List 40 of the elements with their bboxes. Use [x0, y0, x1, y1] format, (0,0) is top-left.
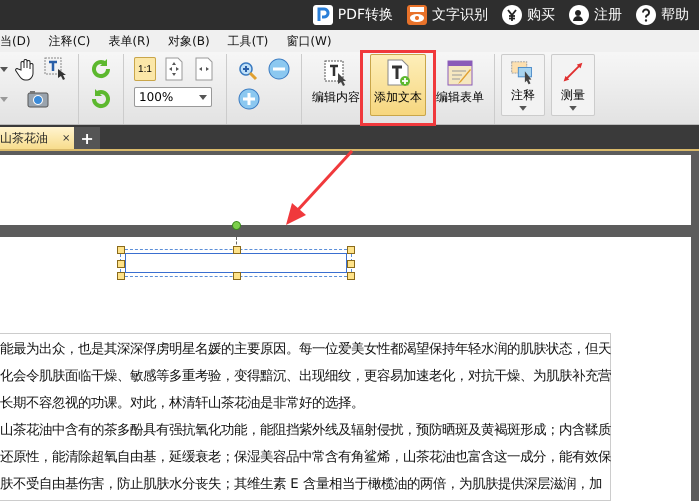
document-tab[interactable]: 山茶花油 ×: [0, 127, 74, 149]
new-tab-button[interactable]: +: [74, 127, 100, 149]
title-bar-button[interactable]: 帮助: [636, 5, 689, 25]
menu-item[interactable]: 表单(R): [108, 32, 150, 50]
paragraph-line: 化会令肌肤面临干燥、敏感等多重考验，变得黯沉、出现细纹，更容易加速老化，对抗干燥、为肌肤补充营: [0, 368, 610, 386]
title-bar-button[interactable]: 注册: [569, 5, 622, 25]
menu-item[interactable]: 注释(C): [48, 32, 90, 50]
paragraph-line: 能最为出众，也是其深深俘虏明星名媛的主要原因。每一位爱美女性都渴望保持年轻水润的肌肤状态，但天: [0, 340, 610, 359]
title-bar-button[interactable]: 文字识别: [407, 5, 488, 25]
menu-item[interactable]: 对象(B): [168, 32, 210, 50]
pdf-logo-icon: [312, 5, 333, 25]
menu-item[interactable]: 工具(T): [228, 32, 268, 50]
text-select-icon[interactable]: [44, 57, 68, 81]
zoom-field[interactable]: 100%: [134, 87, 212, 107]
actual-size-button[interactable]: 1:1: [134, 57, 156, 81]
toolbar-button[interactable]: 编辑表单: [432, 54, 488, 116]
caret-icon[interactable]: [0, 66, 8, 72]
zoom-out-icon[interactable]: [267, 57, 291, 81]
caret-icon: [199, 94, 207, 100]
paragraph-line: 长期不容忽视的功课。对此，林清轩山茶花油是非常好的选择。: [0, 394, 365, 413]
menu-item[interactable]: 当(D): [0, 32, 31, 50]
toolbar-button[interactable]: 测量: [551, 54, 595, 116]
toolbar-button[interactable]: 编辑内容: [308, 54, 364, 116]
help-icon: [636, 5, 656, 25]
form-edit-icon: [446, 59, 474, 87]
yen-icon: [502, 5, 522, 25]
paragraph-line: 肤不受自由基伤害，防止肌肤水分丧失；其维生素 E 含量相当于橄榄油的两倍，为肌肤提供深层滋润，加: [0, 476, 603, 494]
title-bar-button[interactable]: 购买: [502, 5, 555, 25]
rotate-handle[interactable]: [232, 221, 241, 230]
paragraph-line: 还原性，能清除超氧自由基，延缓衰老；保湿美容品中常含有角鲨烯，山茶花油也富含这一成分，能有效保: [0, 448, 610, 467]
user-icon: [569, 5, 589, 25]
text-box[interactable]: [120, 249, 352, 277]
close-icon[interactable]: ×: [62, 132, 70, 144]
zoom-plus-icon[interactable]: [237, 87, 261, 111]
paragraph-line: 山茶花油中含有的茶多酚具有强抗氧化功能，能阻挡紫外线及辐射侵扰，预防晒斑及黄褐斑形成；内含鞣质: [0, 422, 610, 440]
menu-item[interactable]: 窗口(W): [286, 32, 332, 50]
toolbar-button[interactable]: 添加文本: [370, 54, 426, 116]
toolbar-button[interactable]: 注释: [501, 54, 545, 116]
title-bar-button[interactable]: PDF转换: [312, 5, 393, 25]
ocr-eye-icon: [407, 5, 427, 25]
